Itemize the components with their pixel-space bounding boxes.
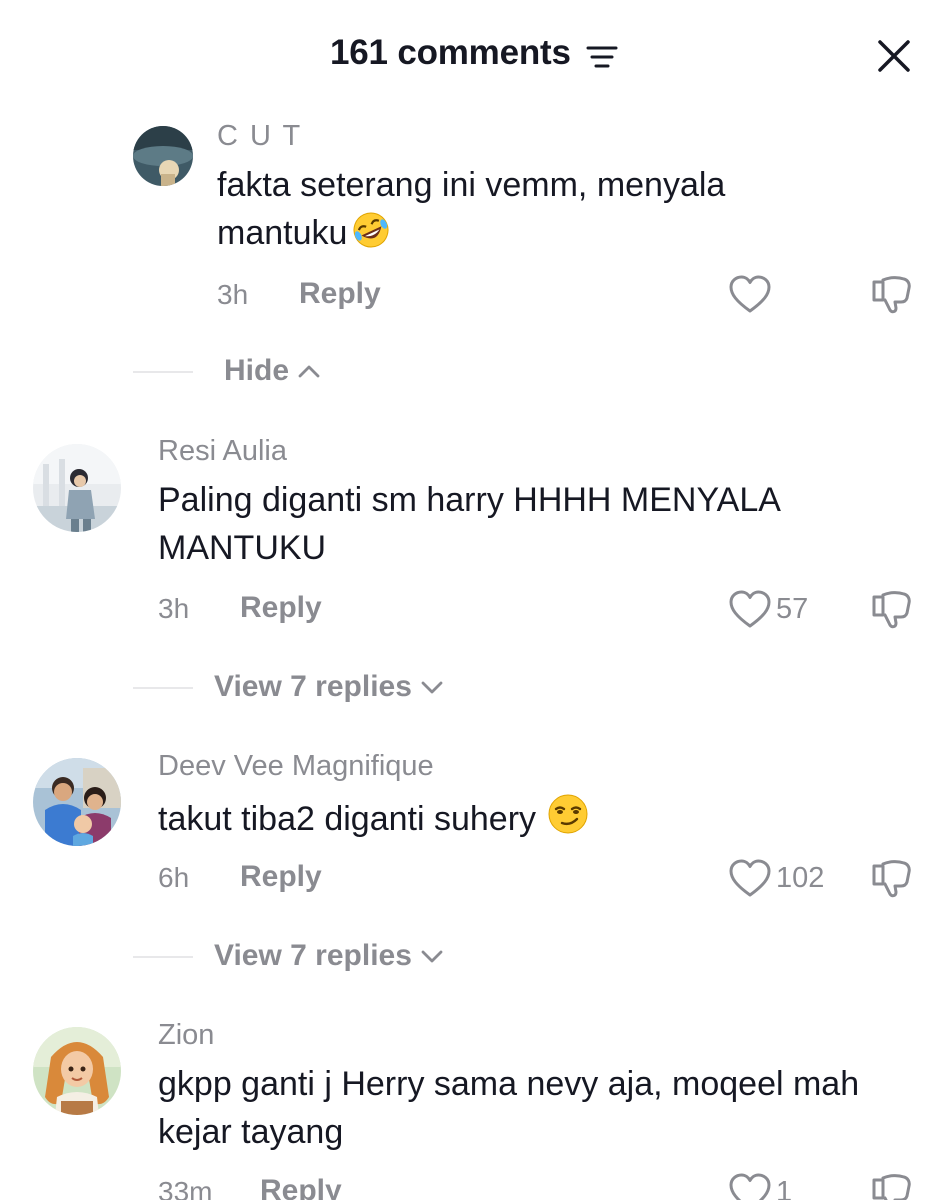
view-replies-toggle[interactable]: View 7 replies — [214, 939, 444, 973]
smirking-face-icon — [548, 794, 588, 834]
like-button[interactable]: 1 — [728, 1170, 792, 1200]
dislike-icon[interactable] — [870, 1170, 914, 1200]
like-button[interactable]: 57 — [728, 587, 808, 631]
comments-count-title: 161 comments — [330, 33, 571, 72]
comment-text: takut tiba2 diganti suhery — [158, 792, 898, 843]
dislike-icon[interactable] — [870, 856, 914, 900]
comment-text: Paling diganti sm harry HHHH MENYALA MAN… — [158, 481, 780, 567]
view-replies-toggle[interactable]: View 7 replies — [214, 670, 444, 704]
comment-text: gkpp ganti j Herry sama nevy aja, moqeel… — [158, 1065, 860, 1151]
like-count: 102 — [776, 861, 825, 894]
like-button[interactable]: 102 — [728, 856, 824, 900]
avatar[interactable] — [133, 126, 193, 186]
comment-timestamp: 3h — [158, 593, 190, 624]
avatar[interactable] — [33, 444, 121, 532]
comment-username[interactable]: Zion — [158, 1019, 214, 1052]
like-count: 57 — [776, 592, 809, 625]
comment-username[interactable]: Deev Vee Magnifique — [158, 750, 434, 783]
reply-button[interactable]: Reply — [240, 591, 322, 625]
thread-divider — [133, 956, 193, 958]
dislike-icon[interactable] — [870, 587, 914, 631]
comment-text: fakta seterang ini vemm, menyala mantuku — [217, 166, 726, 252]
reply-button[interactable]: Reply — [299, 277, 381, 311]
heart-outline-icon — [729, 590, 771, 628]
like-button[interactable] — [728, 272, 772, 316]
avatar[interactable] — [33, 758, 121, 846]
chevron-down-icon — [421, 681, 443, 694]
dislike-icon[interactable] — [870, 272, 914, 316]
heart-outline-icon — [729, 859, 771, 897]
reply-button[interactable]: Reply — [240, 860, 322, 894]
chevron-down-icon — [421, 950, 443, 963]
reply-button[interactable]: Reply — [260, 1174, 342, 1200]
comments-header: 161 comments — [0, 20, 948, 88]
avatar[interactable] — [33, 1027, 121, 1115]
thread-divider — [133, 371, 193, 373]
comment-timestamp: 33m — [158, 1176, 213, 1200]
rolling-on-floor-laughing-icon — [353, 212, 389, 248]
comment-timestamp: 3h — [217, 279, 249, 310]
chevron-up-icon — [298, 365, 320, 378]
sort-lines-icon[interactable] — [586, 44, 618, 70]
comment-username[interactable]: C U T — [217, 120, 302, 153]
comments-sheet: 161 comments C U T fakta seterang ini ve… — [0, 0, 948, 1200]
heart-outline-icon — [729, 275, 771, 313]
comment-username[interactable]: Resi Aulia — [158, 435, 287, 468]
comment-timestamp: 6h — [158, 862, 190, 893]
hide-replies-toggle[interactable]: Hide — [224, 354, 321, 388]
close-icon[interactable] — [872, 34, 916, 78]
heart-outline-icon — [729, 1173, 771, 1200]
thread-divider — [133, 687, 193, 689]
like-count: 1 — [776, 1175, 793, 1200]
